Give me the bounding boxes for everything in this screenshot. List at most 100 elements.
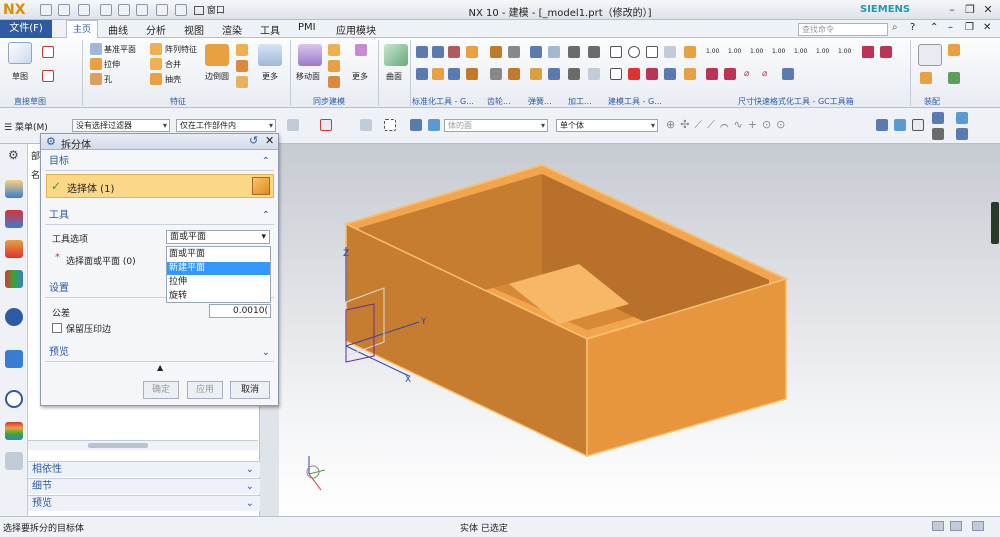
- triangle-icon[interactable]: [610, 46, 622, 58]
- pattern-feature-icon[interactable]: [150, 43, 162, 55]
- command-search-input[interactable]: 查找命令: [798, 23, 888, 36]
- file-menu[interactable]: 文件(F): [0, 20, 52, 38]
- close-button[interactable]: ✕: [980, 3, 996, 17]
- key-icon[interactable]: [448, 68, 460, 80]
- status-icon-2[interactable]: [950, 521, 962, 531]
- pull-face-icon[interactable]: [328, 44, 340, 56]
- face-select-icon[interactable]: [410, 119, 422, 131]
- refresh-view-icon[interactable]: [894, 119, 906, 131]
- option-face-or-plane[interactable]: 面或平面: [167, 248, 270, 261]
- tab-render[interactable]: 渲染: [222, 22, 242, 37]
- paste-icon[interactable]: [136, 4, 148, 16]
- option-revolve[interactable]: 旋转: [167, 290, 270, 303]
- face-rule-select[interactable]: 体的面: [444, 119, 548, 132]
- scrollbar-thumb[interactable]: [88, 443, 148, 448]
- add-component-icon[interactable]: [948, 44, 960, 56]
- orient-icon[interactable]: [932, 112, 944, 124]
- cancel-button[interactable]: 取消: [230, 381, 270, 399]
- surface-icon[interactable]: [384, 44, 408, 66]
- tab-pmi[interactable]: PMI: [298, 22, 316, 33]
- option-extrude[interactable]: 拉伸: [167, 276, 270, 289]
- profile-icon[interactable]: [42, 46, 54, 58]
- search-icon[interactable]: ⌕: [892, 22, 898, 33]
- minimize-button[interactable]: –: [944, 3, 960, 17]
- settings-gear-icon[interactable]: ⚙: [8, 148, 19, 162]
- table-icon[interactable]: [664, 68, 676, 80]
- part-navigator-icon[interactable]: [5, 180, 23, 198]
- sketch-icon[interactable]: [8, 42, 32, 64]
- gear-icon[interactable]: [490, 46, 502, 58]
- gear2-icon[interactable]: [508, 46, 520, 58]
- save-icon[interactable]: [40, 4, 52, 16]
- arrow-tool-icon[interactable]: [782, 68, 794, 80]
- apply-button[interactable]: 应用: [187, 381, 223, 399]
- circle-icon[interactable]: [628, 46, 640, 58]
- dim-tool2-icon[interactable]: [880, 46, 892, 58]
- standard-part-icon[interactable]: [416, 46, 428, 58]
- dim-label-1[interactable]: 1.00: [706, 48, 719, 55]
- history-icon[interactable]: [5, 350, 23, 368]
- rectangle-icon[interactable]: [42, 70, 54, 82]
- constraint-icon[interactable]: [920, 72, 932, 84]
- offset-region-icon[interactable]: [328, 60, 340, 72]
- dim-label-2[interactable]: 1.00: [728, 48, 741, 55]
- minimize-doc-button[interactable]: –: [948, 22, 953, 33]
- model-view[interactable]: Z Y X: [279, 144, 1000, 516]
- clock-icon[interactable]: [5, 390, 23, 408]
- delete-face-icon[interactable]: [328, 76, 340, 88]
- mark-icon[interactable]: [646, 68, 658, 80]
- nut-icon[interactable]: [448, 46, 460, 58]
- fit-icon[interactable]: [912, 119, 924, 131]
- tool-section-header[interactable]: 工具 ⌃: [45, 207, 274, 225]
- view-icon[interactable]: [876, 119, 888, 131]
- snap-icon[interactable]: [287, 119, 299, 131]
- tolerance2-icon[interactable]: [724, 68, 736, 80]
- copy-icon[interactable]: [118, 4, 130, 16]
- lasso-icon[interactable]: [360, 119, 372, 131]
- cut-icon[interactable]: [100, 4, 112, 16]
- main-menu-button[interactable]: ☰ 菜单(M): [4, 120, 48, 133]
- select-body-row[interactable]: ✓ 选择体 (1): [46, 174, 274, 198]
- tab-home[interactable]: 主页: [66, 20, 99, 38]
- preview-panel-section[interactable]: 预览 ⌄: [28, 495, 260, 511]
- window-menu[interactable]: 窗口: [194, 3, 225, 16]
- dim-label-5[interactable]: 1.00: [794, 48, 807, 55]
- spring2-icon[interactable]: [548, 46, 560, 58]
- render-style-icon[interactable]: [956, 112, 968, 124]
- dim-label-7[interactable]: 1.00: [838, 48, 851, 55]
- select-face-label[interactable]: 选择面或平面 (0): [66, 254, 136, 267]
- chamfer-icon[interactable]: [236, 44, 248, 56]
- assembly-icon[interactable]: [918, 44, 942, 66]
- machining-icon[interactable]: [568, 46, 580, 58]
- tab-applications[interactable]: 应用模块: [336, 22, 376, 37]
- spring-icon[interactable]: [530, 46, 542, 58]
- expand-more-icon[interactable]: ▲: [157, 363, 163, 372]
- machining2-icon[interactable]: [588, 46, 600, 58]
- spring3-icon[interactable]: [530, 68, 542, 80]
- tab-view[interactable]: 视图: [184, 22, 204, 37]
- datum-plane-icon[interactable]: [90, 43, 102, 55]
- tab-curve[interactable]: 曲线: [108, 22, 128, 37]
- redo-icon[interactable]: [78, 4, 90, 16]
- tab-analysis[interactable]: 分析: [146, 22, 166, 37]
- details-section[interactable]: 细节 ⌄: [28, 478, 260, 494]
- grid-icon[interactable]: [664, 46, 676, 58]
- trim-body-icon[interactable]: [236, 60, 248, 72]
- body-select-icon[interactable]: [428, 119, 440, 131]
- target-section-header[interactable]: 目标 ⌃: [45, 153, 274, 171]
- system-materials-icon[interactable]: [5, 452, 23, 470]
- reuse-library-icon[interactable]: [5, 270, 23, 288]
- selection-scope-select[interactable]: 仅在工作部件内: [176, 119, 276, 132]
- snap-point-icons[interactable]: ⊕✣⟋⟋⌒∿+⊙⊙: [666, 118, 790, 132]
- tolerance-input[interactable]: 0.0010(: [209, 304, 271, 318]
- help-icon[interactable]: ?: [910, 22, 915, 33]
- diameter-icon[interactable]: ⌀: [744, 69, 749, 79]
- layer-icon[interactable]: [956, 128, 968, 140]
- diameter2-icon[interactable]: ⌀: [762, 69, 767, 79]
- type-filter-select[interactable]: 没有选择过滤器: [72, 119, 170, 132]
- gear4-icon[interactable]: [508, 68, 520, 80]
- touch-mode-icon[interactable]: [175, 4, 187, 16]
- dim-label-4[interactable]: 1.00: [772, 48, 785, 55]
- replace-face-icon[interactable]: [355, 44, 367, 56]
- camera-icon[interactable]: [932, 128, 944, 140]
